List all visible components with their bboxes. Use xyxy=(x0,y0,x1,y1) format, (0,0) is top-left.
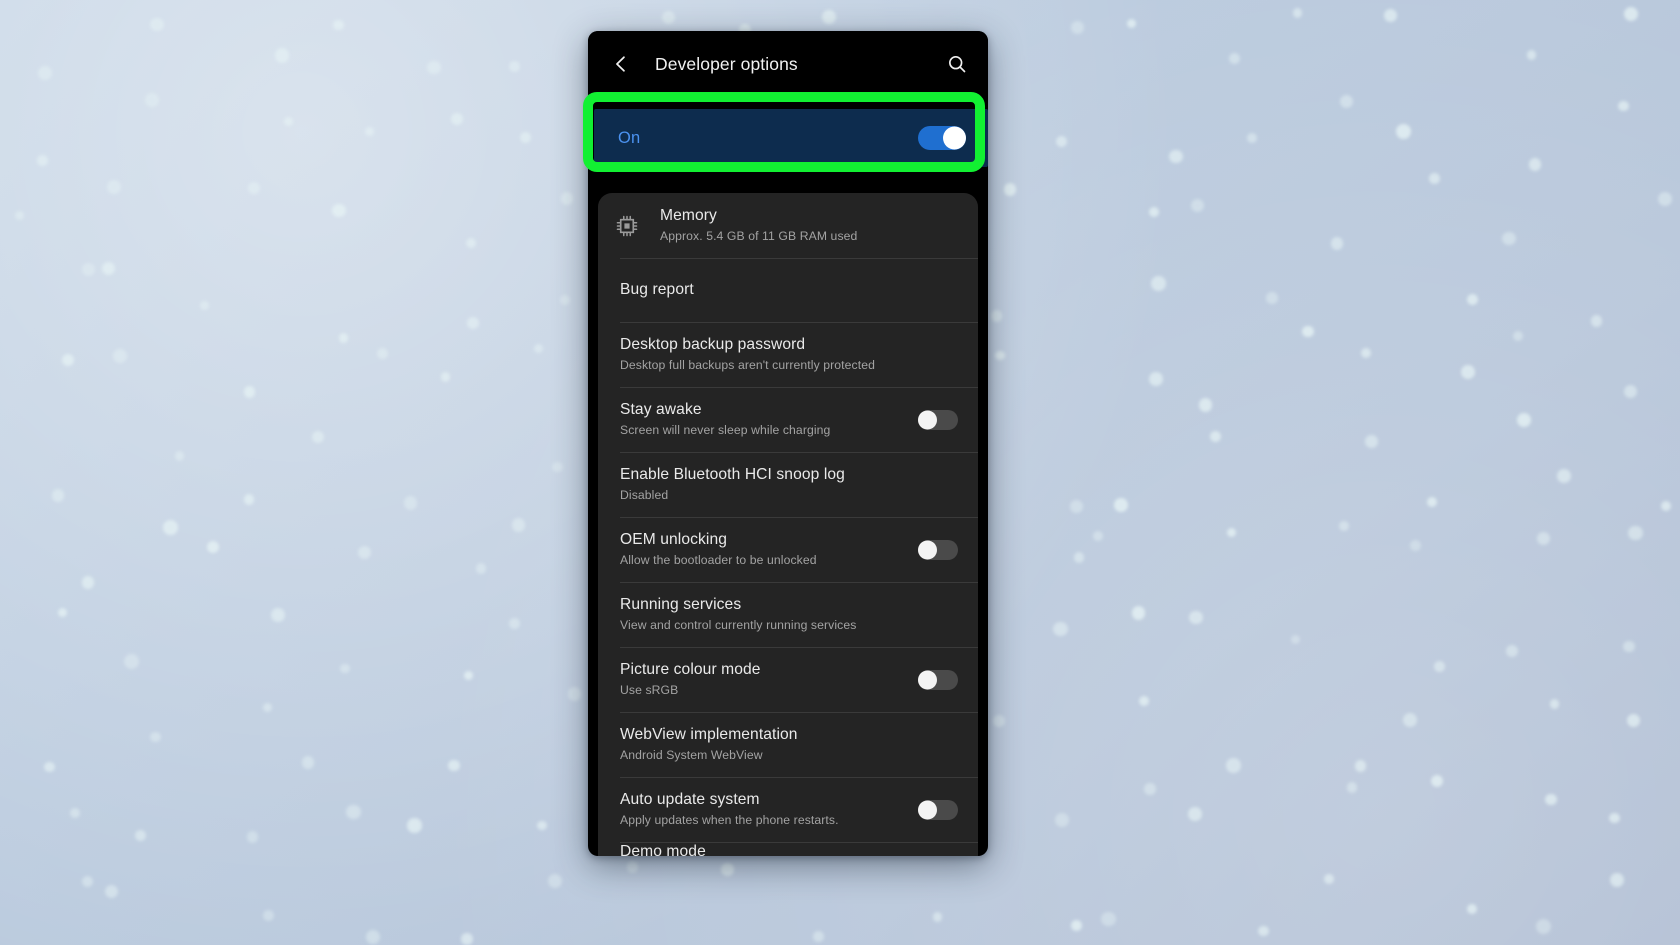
list-item[interactable]: Picture colour mode Use sRGB xyxy=(598,647,978,712)
list-item-text: Picture colour mode Use sRGB xyxy=(620,647,902,712)
list-item-toggle[interactable] xyxy=(918,539,958,560)
list-item[interactable]: Running services View and control current… xyxy=(598,582,978,647)
list-item[interactable]: Stay awake Screen will never sleep while … xyxy=(598,387,978,452)
list-item[interactable]: Auto update system Apply updates when the… xyxy=(598,777,978,842)
list-item-text: Bug report xyxy=(620,267,902,313)
memory-chip-icon xyxy=(614,213,660,239)
search-icon[interactable] xyxy=(944,51,970,77)
screenshot-canvas: Developer options On Memory Approx. 5.4 G… xyxy=(0,0,1680,945)
list-item-text: OEM unlocking Allow the bootloader to be … xyxy=(620,517,902,582)
list-item[interactable]: Bug report xyxy=(598,258,978,322)
chevron-left-icon[interactable] xyxy=(608,51,634,77)
master-switch-toggle[interactable] xyxy=(918,126,966,150)
list-item-toggle[interactable] xyxy=(918,799,958,820)
master-switch-container: On xyxy=(588,97,988,181)
list-item-text: Running services View and control current… xyxy=(620,582,902,647)
toggle-knob xyxy=(918,670,937,689)
list-item-title: Bug report xyxy=(620,281,694,298)
list-item-subtitle: Android System WebView xyxy=(620,748,763,762)
page-title: Developer options xyxy=(655,53,798,74)
list-item-text: Stay awake Screen will never sleep while … xyxy=(620,387,902,452)
list-item-text: Desktop backup password Desktop full back… xyxy=(620,322,902,387)
developer-options-master-row[interactable]: On xyxy=(594,109,988,167)
list-item-title: Memory xyxy=(660,207,717,224)
list-item-control xyxy=(902,669,958,690)
list-item-title: Enable Bluetooth HCI snoop log xyxy=(620,466,845,483)
list-item[interactable]: Demo mode xyxy=(598,842,978,856)
list-item-subtitle: Disabled xyxy=(620,488,669,502)
toggle-knob xyxy=(918,540,937,559)
list-item-toggle[interactable] xyxy=(918,669,958,690)
list-item-title: Picture colour mode xyxy=(620,661,761,678)
list-item-subtitle: Apply updates when the phone restarts. xyxy=(620,813,839,827)
list-item-title: WebView implementation xyxy=(620,726,798,743)
list-item-control xyxy=(902,539,958,560)
list-item-subtitle: Desktop full backups aren't currently pr… xyxy=(620,358,875,372)
list-item-text: Memory Approx. 5.4 GB of 11 GB RAM used xyxy=(660,193,902,258)
list-item-text: Enable Bluetooth HCI snoop log Disabled xyxy=(620,452,902,517)
list-item-title: Demo mode xyxy=(620,843,706,856)
developer-options-list[interactable]: Memory Approx. 5.4 GB of 11 GB RAM used Bu… xyxy=(598,193,978,856)
list-item-title: OEM unlocking xyxy=(620,531,728,548)
toggle-knob xyxy=(943,126,966,150)
master-switch-label: On xyxy=(618,128,641,147)
list-item-subtitle: Use sRGB xyxy=(620,683,679,697)
list-item-subtitle: Approx. 5.4 GB of 11 GB RAM used xyxy=(660,229,858,243)
app-bar: Developer options xyxy=(588,31,988,97)
list-item-title: Desktop backup password xyxy=(620,336,806,353)
phone-screen: Developer options On Memory Approx. 5.4 G… xyxy=(588,31,988,856)
list-item-title: Running services xyxy=(620,596,742,613)
list-item-text: Auto update system Apply updates when the… xyxy=(620,777,902,842)
list-item[interactable]: Desktop backup password Desktop full back… xyxy=(598,322,978,387)
toggle-knob xyxy=(918,800,937,819)
list-item-toggle[interactable] xyxy=(918,409,958,430)
list-item[interactable]: Memory Approx. 5.4 GB of 11 GB RAM used xyxy=(598,193,978,258)
list-item[interactable]: Enable Bluetooth HCI snoop log Disabled xyxy=(598,452,978,517)
list-item-title: Stay awake xyxy=(620,401,702,418)
list-item-subtitle: View and control currently running servi… xyxy=(620,618,857,632)
list-item[interactable]: WebView implementation Android System Web… xyxy=(598,712,978,777)
list-item-subtitle: Screen will never sleep while charging xyxy=(620,423,831,437)
list-item-control xyxy=(902,799,958,820)
list-item-text: Demo mode xyxy=(620,842,902,856)
list-item-subtitle: Allow the bootloader to be unlocked xyxy=(620,553,817,567)
list-item-text: WebView implementation Android System Web… xyxy=(620,712,902,777)
list-item-title: Auto update system xyxy=(620,791,760,808)
list-item[interactable]: OEM unlocking Allow the bootloader to be … xyxy=(598,517,978,582)
toggle-knob xyxy=(918,410,937,429)
list-item-control xyxy=(902,409,958,430)
